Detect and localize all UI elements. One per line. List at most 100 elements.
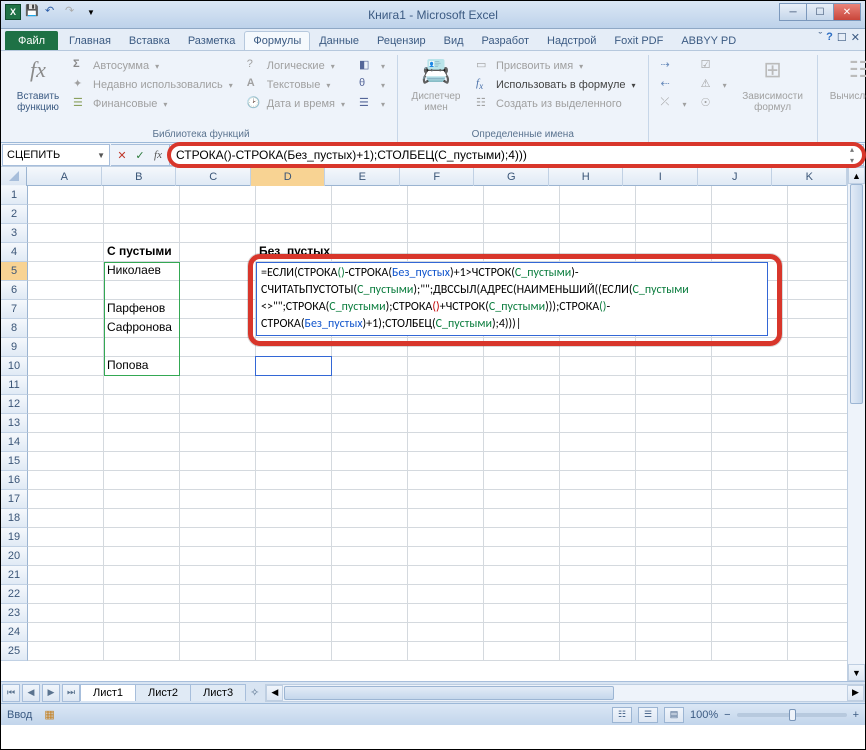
cell-C18[interactable] — [180, 509, 256, 528]
cell-J11[interactable] — [712, 376, 788, 395]
cell-I18[interactable] — [636, 509, 712, 528]
row-head-23[interactable]: 23 — [1, 604, 28, 623]
cell-D25[interactable] — [256, 642, 332, 661]
autosum-button[interactable]: ΣАвтосумма▾ — [69, 57, 237, 75]
cell-G9[interactable] — [484, 338, 560, 357]
close-button[interactable]: ✕ — [833, 3, 861, 21]
cell-E24[interactable] — [332, 623, 408, 642]
cell-H16[interactable] — [560, 471, 636, 490]
fx-button[interactable]: fx — [149, 146, 167, 164]
cell-G1[interactable] — [484, 186, 560, 205]
trace-dep-icon[interactable]: ⇠ — [657, 76, 691, 94]
cell-E9[interactable] — [332, 338, 408, 357]
vscroll-thumb[interactable] — [850, 184, 863, 404]
cell-B25[interactable] — [104, 642, 180, 661]
cell-A18[interactable] — [28, 509, 104, 528]
row-head-11[interactable]: 11 — [1, 376, 28, 395]
row-head-21[interactable]: 21 — [1, 566, 28, 585]
ribbon-tab-разметка[interactable]: Разметка — [179, 31, 245, 50]
ribbon-tab-вставка[interactable]: Вставка — [120, 31, 179, 50]
cell-A13[interactable] — [28, 414, 104, 433]
row-head-19[interactable]: 19 — [1, 528, 28, 547]
row-head-13[interactable]: 13 — [1, 414, 28, 433]
cell-B9[interactable] — [104, 338, 180, 357]
cell-J23[interactable] — [712, 604, 788, 623]
row-head-6[interactable]: 6 — [1, 281, 28, 300]
cell-J2[interactable] — [712, 205, 788, 224]
cell-B13[interactable] — [104, 414, 180, 433]
cell-B8[interactable]: Сафронова — [104, 319, 180, 338]
recent-button[interactable]: ✦Недавно использовались▾ — [69, 76, 237, 94]
cell-E18[interactable] — [332, 509, 408, 528]
view-normal-button[interactable]: ☷ — [612, 707, 632, 723]
cell-B10[interactable]: Попова — [104, 357, 180, 376]
cell-C3[interactable] — [180, 224, 256, 243]
window-restore-icon[interactable]: ☐ — [837, 31, 847, 44]
cell-A16[interactable] — [28, 471, 104, 490]
cell-B20[interactable] — [104, 547, 180, 566]
cell-F16[interactable] — [408, 471, 484, 490]
cell-A15[interactable] — [28, 452, 104, 471]
cell-C16[interactable] — [180, 471, 256, 490]
cell-C13[interactable] — [180, 414, 256, 433]
cell-G10[interactable] — [484, 357, 560, 376]
cell-J4[interactable] — [712, 243, 788, 262]
cell-E12[interactable] — [332, 395, 408, 414]
cell-G25[interactable] — [484, 642, 560, 661]
col-head-B[interactable]: B — [102, 167, 177, 186]
cell-E14[interactable] — [332, 433, 408, 452]
cell-I23[interactable] — [636, 604, 712, 623]
cell-D12[interactable] — [256, 395, 332, 414]
select-all-corner[interactable] — [1, 167, 27, 186]
cell-B22[interactable] — [104, 585, 180, 604]
cell-A24[interactable] — [28, 623, 104, 642]
cell-G3[interactable] — [484, 224, 560, 243]
formula-bar[interactable]: СТРОКА()-СТРОКА(Без_пустых)+1);СТОЛБЕЦ(С… — [170, 144, 864, 166]
maximize-button[interactable]: ☐ — [806, 3, 834, 21]
cell-I3[interactable] — [636, 224, 712, 243]
cell-B11[interactable] — [104, 376, 180, 395]
cell-B1[interactable] — [104, 186, 180, 205]
cell-F13[interactable] — [408, 414, 484, 433]
row-head-7[interactable]: 7 — [1, 300, 28, 319]
cell-E20[interactable] — [332, 547, 408, 566]
cell-A4[interactable] — [28, 243, 104, 262]
zoom-in-button[interactable]: + — [853, 709, 859, 721]
zoom-slider-thumb[interactable] — [789, 709, 796, 721]
cell-F17[interactable] — [408, 490, 484, 509]
row-head-12[interactable]: 12 — [1, 395, 28, 414]
file-tab[interactable]: Файл — [5, 31, 58, 50]
cell-E17[interactable] — [332, 490, 408, 509]
cell-A14[interactable] — [28, 433, 104, 452]
cell-B14[interactable] — [104, 433, 180, 452]
cell-C25[interactable] — [180, 642, 256, 661]
row-head-20[interactable]: 20 — [1, 547, 28, 566]
cell-I17[interactable] — [636, 490, 712, 509]
cell-A6[interactable] — [28, 281, 104, 300]
cell-J10[interactable] — [712, 357, 788, 376]
row-head-24[interactable]: 24 — [1, 623, 28, 642]
cell-J15[interactable] — [712, 452, 788, 471]
cell-D1[interactable] — [256, 186, 332, 205]
cell-F12[interactable] — [408, 395, 484, 414]
cell-H4[interactable] — [560, 243, 636, 262]
tab-nav-last[interactable]: ⏭ — [62, 684, 80, 702]
view-layout-button[interactable]: ☰ — [638, 707, 658, 723]
cell-B19[interactable] — [104, 528, 180, 547]
cell-A10[interactable] — [28, 357, 104, 376]
deps-big-button[interactable]: ⊞ Зависимости формул — [737, 55, 809, 113]
cell-I4[interactable] — [636, 243, 712, 262]
cell-F20[interactable] — [408, 547, 484, 566]
macro-record-icon[interactable]: ▦ — [44, 708, 54, 721]
cancel-formula-button[interactable]: ✕ — [113, 146, 131, 164]
cell-I10[interactable] — [636, 357, 712, 376]
other-button[interactable]: ☰▾ — [355, 95, 389, 113]
cell-I15[interactable] — [636, 452, 712, 471]
show-formulas-icon[interactable]: ☑ — [697, 57, 731, 75]
cell-A23[interactable] — [28, 604, 104, 623]
assign-name-button[interactable]: ▭Присвоить имя▾ — [472, 57, 640, 75]
cell-D17[interactable] — [256, 490, 332, 509]
row-head-4[interactable]: 4 — [1, 243, 28, 262]
cell-D11[interactable] — [256, 376, 332, 395]
cell-F11[interactable] — [408, 376, 484, 395]
